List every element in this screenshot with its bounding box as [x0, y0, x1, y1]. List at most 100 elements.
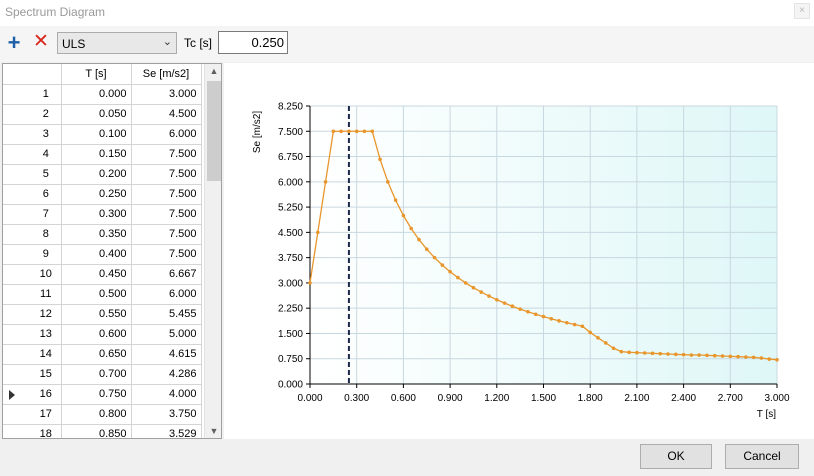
cell-t[interactable]: 0.500: [61, 284, 132, 305]
cell-se[interactable]: 5.455: [131, 304, 202, 325]
data-point: [448, 269, 452, 274]
table-row[interactable]: 15 0.700 4.286: [3, 364, 202, 385]
cancel-button[interactable]: Cancel: [725, 444, 799, 469]
spectrum-chart: 0.000 0.750 1.500 2.250 3.000 3.750 4.500 5.250…: [224, 63, 814, 439]
row-number[interactable]: 16: [3, 384, 62, 405]
row-number[interactable]: 11: [3, 284, 62, 305]
cell-se[interactable]: 6.000: [131, 124, 202, 145]
row-number[interactable]: 4: [3, 144, 62, 165]
table-row[interactable]: 18 0.850 3.529: [3, 424, 202, 438]
row-number[interactable]: 18: [3, 424, 62, 438]
plus-icon[interactable]: +: [6, 32, 22, 54]
cell-se[interactable]: 7.500: [131, 184, 202, 205]
cell-se[interactable]: 4.615: [131, 344, 202, 365]
table-row[interactable]: 8 0.350 7.500: [3, 224, 202, 245]
table-row[interactable]: 14 0.650 4.615: [3, 344, 202, 365]
cell-t[interactable]: 0.350: [61, 224, 132, 245]
cell-se[interactable]: 4.286: [131, 364, 202, 385]
tc-input[interactable]: [218, 31, 288, 54]
cell-se[interactable]: 7.500: [131, 224, 202, 245]
row-number[interactable]: 3: [3, 124, 62, 145]
x-tick-label: 0.300: [344, 393, 369, 404]
cell-se[interactable]: 7.500: [131, 144, 202, 165]
scroll-down-icon[interactable]: ▼: [205, 426, 221, 436]
row-number[interactable]: 6: [3, 184, 62, 205]
table-row[interactable]: 16 0.750 4.000: [3, 384, 202, 405]
delete-x-icon[interactable]: ✕: [32, 32, 50, 51]
cell-se[interactable]: 7.500: [131, 244, 202, 265]
x-tick-label: 2.400: [671, 393, 696, 404]
table-row[interactable]: 11 0.500 6.000: [3, 284, 202, 305]
table-row[interactable]: 1 0.000 3.000: [3, 84, 202, 105]
table-row[interactable]: 17 0.800 3.750: [3, 404, 202, 425]
cell-t[interactable]: 0.450: [61, 264, 132, 285]
data-point: [541, 314, 546, 319]
cell-se[interactable]: 3.529: [131, 424, 202, 438]
table-row[interactable]: 10 0.450 6.667: [3, 264, 202, 285]
row-number[interactable]: 14: [3, 344, 62, 365]
row-number[interactable]: 9: [3, 244, 62, 265]
scrollbar-thumb[interactable]: [207, 81, 221, 181]
cell-t[interactable]: 0.300: [61, 204, 132, 225]
data-point: [588, 330, 592, 335]
table-row[interactable]: 4 0.150 7.500: [3, 144, 202, 165]
table-row[interactable]: 9 0.400 7.500: [3, 244, 202, 265]
data-point: [596, 336, 600, 340]
vertical-scrollbar[interactable]: ▲ ▼: [204, 64, 221, 438]
cell-se[interactable]: 3.000: [131, 84, 202, 105]
cell-t[interactable]: 0.650: [61, 344, 132, 365]
cell-se[interactable]: 7.500: [131, 164, 202, 185]
scroll-up-icon[interactable]: ▲: [205, 66, 221, 76]
x-tick-label: 0.000: [297, 393, 322, 404]
table-row[interactable]: 6 0.250 7.500: [3, 184, 202, 205]
cell-t[interactable]: 0.250: [61, 184, 132, 205]
table-row[interactable]: 2 0.050 4.500: [3, 104, 202, 125]
data-point: [487, 294, 491, 298]
ok-button[interactable]: OK: [640, 444, 712, 469]
data-point: [533, 312, 538, 317]
cell-t[interactable]: 0.200: [61, 164, 132, 185]
row-number[interactable]: 10: [3, 264, 62, 285]
row-number[interactable]: 5: [3, 164, 62, 185]
table-row[interactable]: 13 0.600 5.000: [3, 324, 202, 345]
cell-t[interactable]: 0.400: [61, 244, 132, 265]
cell-t[interactable]: 0.000: [61, 84, 132, 105]
cell-se[interactable]: 3.750: [131, 404, 202, 425]
row-number[interactable]: 13: [3, 324, 62, 345]
data-point: [720, 354, 725, 358]
data-point: [315, 230, 320, 235]
cell-t[interactable]: 0.750: [61, 384, 132, 405]
row-number[interactable]: 8: [3, 224, 62, 245]
cell-se[interactable]: 7.500: [131, 204, 202, 225]
cell-se[interactable]: 6.667: [131, 264, 202, 285]
data-point: [510, 304, 515, 309]
table-row[interactable]: 7 0.300 7.500: [3, 204, 202, 225]
table-row[interactable]: 12 0.550 5.455: [3, 304, 202, 325]
cell-se[interactable]: 5.000: [131, 324, 202, 345]
cell-t[interactable]: 0.800: [61, 404, 132, 425]
row-number[interactable]: 12: [3, 304, 62, 325]
row-number[interactable]: 2: [3, 104, 62, 125]
close-icon[interactable]: ×: [794, 3, 810, 19]
cell-t[interactable]: 0.850: [61, 424, 132, 438]
row-number[interactable]: 15: [3, 364, 62, 385]
cell-t[interactable]: 0.600: [61, 324, 132, 345]
row-number[interactable]: 1: [3, 84, 62, 105]
column-header-se[interactable]: Se [m/s2]: [131, 64, 202, 85]
cell-se[interactable]: 4.000: [131, 384, 202, 405]
chart-svg: 0.000 0.750 1.500 2.250 3.000 3.750 4.500 5.250…: [252, 102, 790, 421]
spectrum-type-combo[interactable]: ULS ⌄: [57, 32, 177, 54]
row-number[interactable]: 17: [3, 404, 62, 425]
cell-t[interactable]: 0.100: [61, 124, 132, 145]
cell-t[interactable]: 0.150: [61, 144, 132, 165]
cell-t[interactable]: 0.050: [61, 104, 132, 125]
table-row[interactable]: 3 0.100 6.000: [3, 124, 202, 145]
cell-t[interactable]: 0.550: [61, 304, 132, 325]
y-tick-label: 1.500: [278, 329, 303, 340]
cell-se[interactable]: 6.000: [131, 284, 202, 305]
table-row[interactable]: 5 0.200 7.500: [3, 164, 202, 185]
cell-t[interactable]: 0.700: [61, 364, 132, 385]
cell-se[interactable]: 4.500: [131, 104, 202, 125]
row-number[interactable]: 7: [3, 204, 62, 225]
column-header-t[interactable]: T [s]: [61, 64, 132, 85]
